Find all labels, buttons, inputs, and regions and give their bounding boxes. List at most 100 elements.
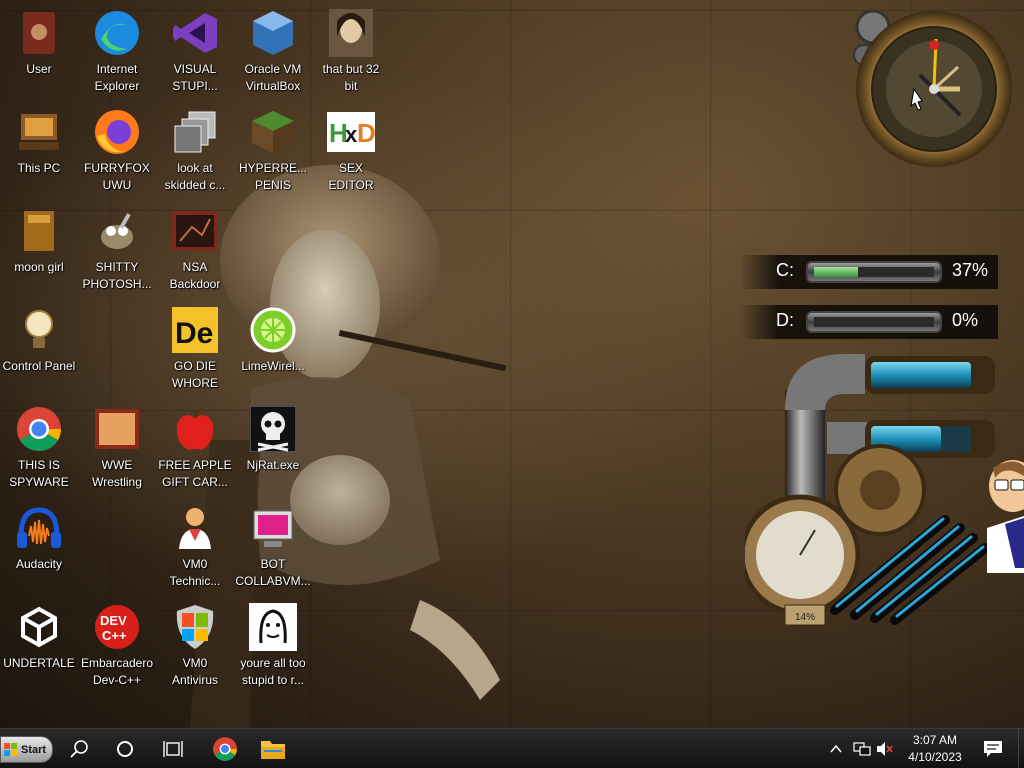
taskbar: Start 3:07 AM 4/10/2023 (0, 728, 1024, 768)
desktop-icon-label: look at skidded c... (164, 161, 226, 192)
svg-text:D: D (357, 118, 375, 148)
desktop-icon-youre-all-too-stupid[interactable]: youre all too stupid to r... (234, 599, 312, 691)
drive-letter: D: (776, 310, 794, 330)
taskbar-time: 3:07 AM (912, 733, 958, 747)
desktop-icon-label: FREE APPLE GIFT CAR... (158, 458, 232, 489)
action-center-button[interactable] (978, 729, 1008, 768)
desktop-icon-this-pc[interactable]: This PC (0, 104, 78, 196)
desktop-icon-label: This PC (17, 161, 61, 175)
desktop-icon-wwe-wrestling[interactable]: WWE Wrestling (78, 401, 156, 493)
desktop-icon-vm0-technic[interactable]: VM0 Technic... (156, 500, 234, 592)
tray-show-hidden-icons[interactable] (826, 729, 846, 768)
windows-shield-icon (171, 603, 219, 651)
drive-usage-tube (806, 261, 942, 283)
taskbar-task-view-button[interactable] (150, 729, 196, 768)
dev-editor-icon: De (171, 306, 219, 354)
desktop-icon-label: youre all too stupid to r... (240, 656, 306, 687)
desktop-icon-control-panel[interactable]: Control Panel (0, 302, 78, 394)
desktop-icon-sex-editor[interactable]: HxD SEX EDITOR (312, 104, 390, 196)
desktop-icon-audacity[interactable]: Audacity (0, 500, 78, 592)
desktop-icon-label: FURRYFOX UWU (84, 161, 150, 192)
desktop-icon-moon-girl[interactable]: moon girl (0, 203, 78, 295)
start-button[interactable]: Start (0, 736, 53, 763)
notification-icon (984, 741, 1002, 757)
desktop-icon-label: that but 32 bit (322, 62, 380, 93)
desktop-icon-nsa-backdoor[interactable]: NSA Backdoor (156, 203, 234, 295)
terminal-window-icon (171, 207, 219, 255)
desktop-icon-label: NSA Backdoor (169, 260, 221, 291)
drive-meter-d[interactable]: D: 0% (740, 305, 998, 339)
folder-icon (261, 741, 285, 759)
edge-browser-icon (93, 9, 141, 57)
desktop-icon-vm0-antivirus[interactable]: VM0 Antivirus (156, 599, 234, 691)
desktop-icon-label: VM0 Technic... (169, 557, 221, 588)
desktop-icon-label: Audacity (15, 557, 63, 571)
computer-icon (15, 108, 63, 156)
desktop-icon-label: Internet Explorer (94, 62, 140, 93)
desktop-icon-furryfox[interactable]: FURRYFOX UWU (78, 104, 156, 196)
desktop-icon-label: Oracle VM VirtualBox (244, 62, 302, 93)
desktop-icon-label: Control Panel (2, 359, 76, 373)
desktop-icon-internet-explorer[interactable]: Internet Explorer (78, 5, 156, 97)
audacity-headphones-icon (15, 504, 63, 552)
desktop-icon-dev-cpp[interactable]: DEV C++ Embarcadero Dev-C++ (78, 599, 156, 691)
desktop-icon-user[interactable]: User (0, 5, 78, 97)
desktop-icon-njrat[interactable]: NjRat.exe (234, 401, 312, 493)
windows-logo-icon (4, 742, 17, 756)
search-icon (70, 740, 88, 758)
steampunk-clock-gadget[interactable] (850, 5, 1020, 170)
desktop-icon-label: User (26, 62, 52, 76)
chrome-icon (15, 405, 63, 453)
unity-icon (15, 603, 63, 651)
limewire-icon (249, 306, 297, 354)
skull-icon (249, 405, 297, 453)
show-desktop-button[interactable] (1018, 729, 1024, 768)
grass-block-icon (249, 108, 297, 156)
desktop-icon-go-die-whore[interactable]: De GO DIE WHORE (156, 302, 234, 394)
taskbar-cortana-button[interactable] (102, 729, 148, 768)
svg-text:DEV: DEV (100, 613, 127, 628)
taskbar-file-explorer-button[interactable] (250, 729, 296, 768)
drive-meter-c[interactable]: C: 37% (740, 255, 998, 289)
virtualbox-icon (249, 9, 297, 57)
gimp-icon (93, 207, 141, 255)
taskbar-clock[interactable]: 3:07 AM 4/10/2023 (890, 732, 980, 766)
firefox-icon (93, 108, 141, 156)
desktop-icon-label: THIS IS SPYWARE (9, 458, 69, 489)
desktop-icon-label: Embarcadero Dev-C++ (80, 656, 154, 687)
desktop-icon-hyperre[interactable]: HYPERRE... PENIS (234, 104, 312, 196)
tv-app-icon (93, 405, 141, 453)
cartoon-character-peek (987, 460, 1024, 573)
start-label: Start (21, 743, 47, 756)
hxd-hex-editor-icon: HxD (327, 108, 375, 156)
stacked-windows-icon (171, 108, 219, 156)
desktop-icon-look-at-skidded[interactable]: look at skidded c... (156, 104, 234, 196)
desktop-icon-label: BOT COLLABVM... (235, 557, 311, 588)
desktop-icon-that-but-32-bit[interactable]: that but 32 bit (312, 5, 390, 97)
desktop-icon-undertale[interactable]: UNDERTALE (0, 599, 78, 691)
steampunk-cpu-gauge-gadget[interactable]: 14% (745, 350, 1000, 650)
desktop-icon-visual-studio[interactable]: VISUAL STUPI... (156, 5, 234, 97)
desktop-icon-shitty-photoshop[interactable]: SHITTY PHOTOSH... (78, 203, 156, 295)
monitor-app-icon (249, 504, 297, 552)
desktop-icon-this-is-spyware[interactable]: THIS IS SPYWARE (0, 401, 78, 493)
desktop-icon-label: WWE Wrestling (92, 458, 142, 489)
cortana-circle-icon (117, 741, 133, 757)
desktop-icon-label: moon girl (14, 260, 64, 274)
desktop-icon-bot-collabvm[interactable]: BOT COLLABVM... (234, 500, 312, 592)
user-support-icon (171, 504, 219, 552)
chrome-icon (213, 737, 237, 761)
desktop-icon-free-apple-gift-card[interactable]: FREE APPLE GIFT CAR... (156, 401, 234, 493)
dev-cpp-icon: DEV C++ (93, 603, 141, 651)
user-folder-icon (15, 9, 63, 57)
drive-usage-tube (806, 311, 942, 333)
network-icon (853, 742, 871, 756)
tray-network[interactable] (850, 729, 874, 768)
lightbulb-icon (15, 306, 63, 354)
drive-usage-fill (814, 267, 858, 277)
svg-text:C++: C++ (102, 628, 127, 643)
desktop-icon-limewire[interactable]: LimeWirel... (234, 302, 312, 394)
taskbar-search-button[interactable] (56, 729, 102, 768)
taskbar-chrome-button[interactable] (202, 729, 248, 768)
desktop-icon-virtualbox[interactable]: Oracle VM VirtualBox (234, 5, 312, 97)
